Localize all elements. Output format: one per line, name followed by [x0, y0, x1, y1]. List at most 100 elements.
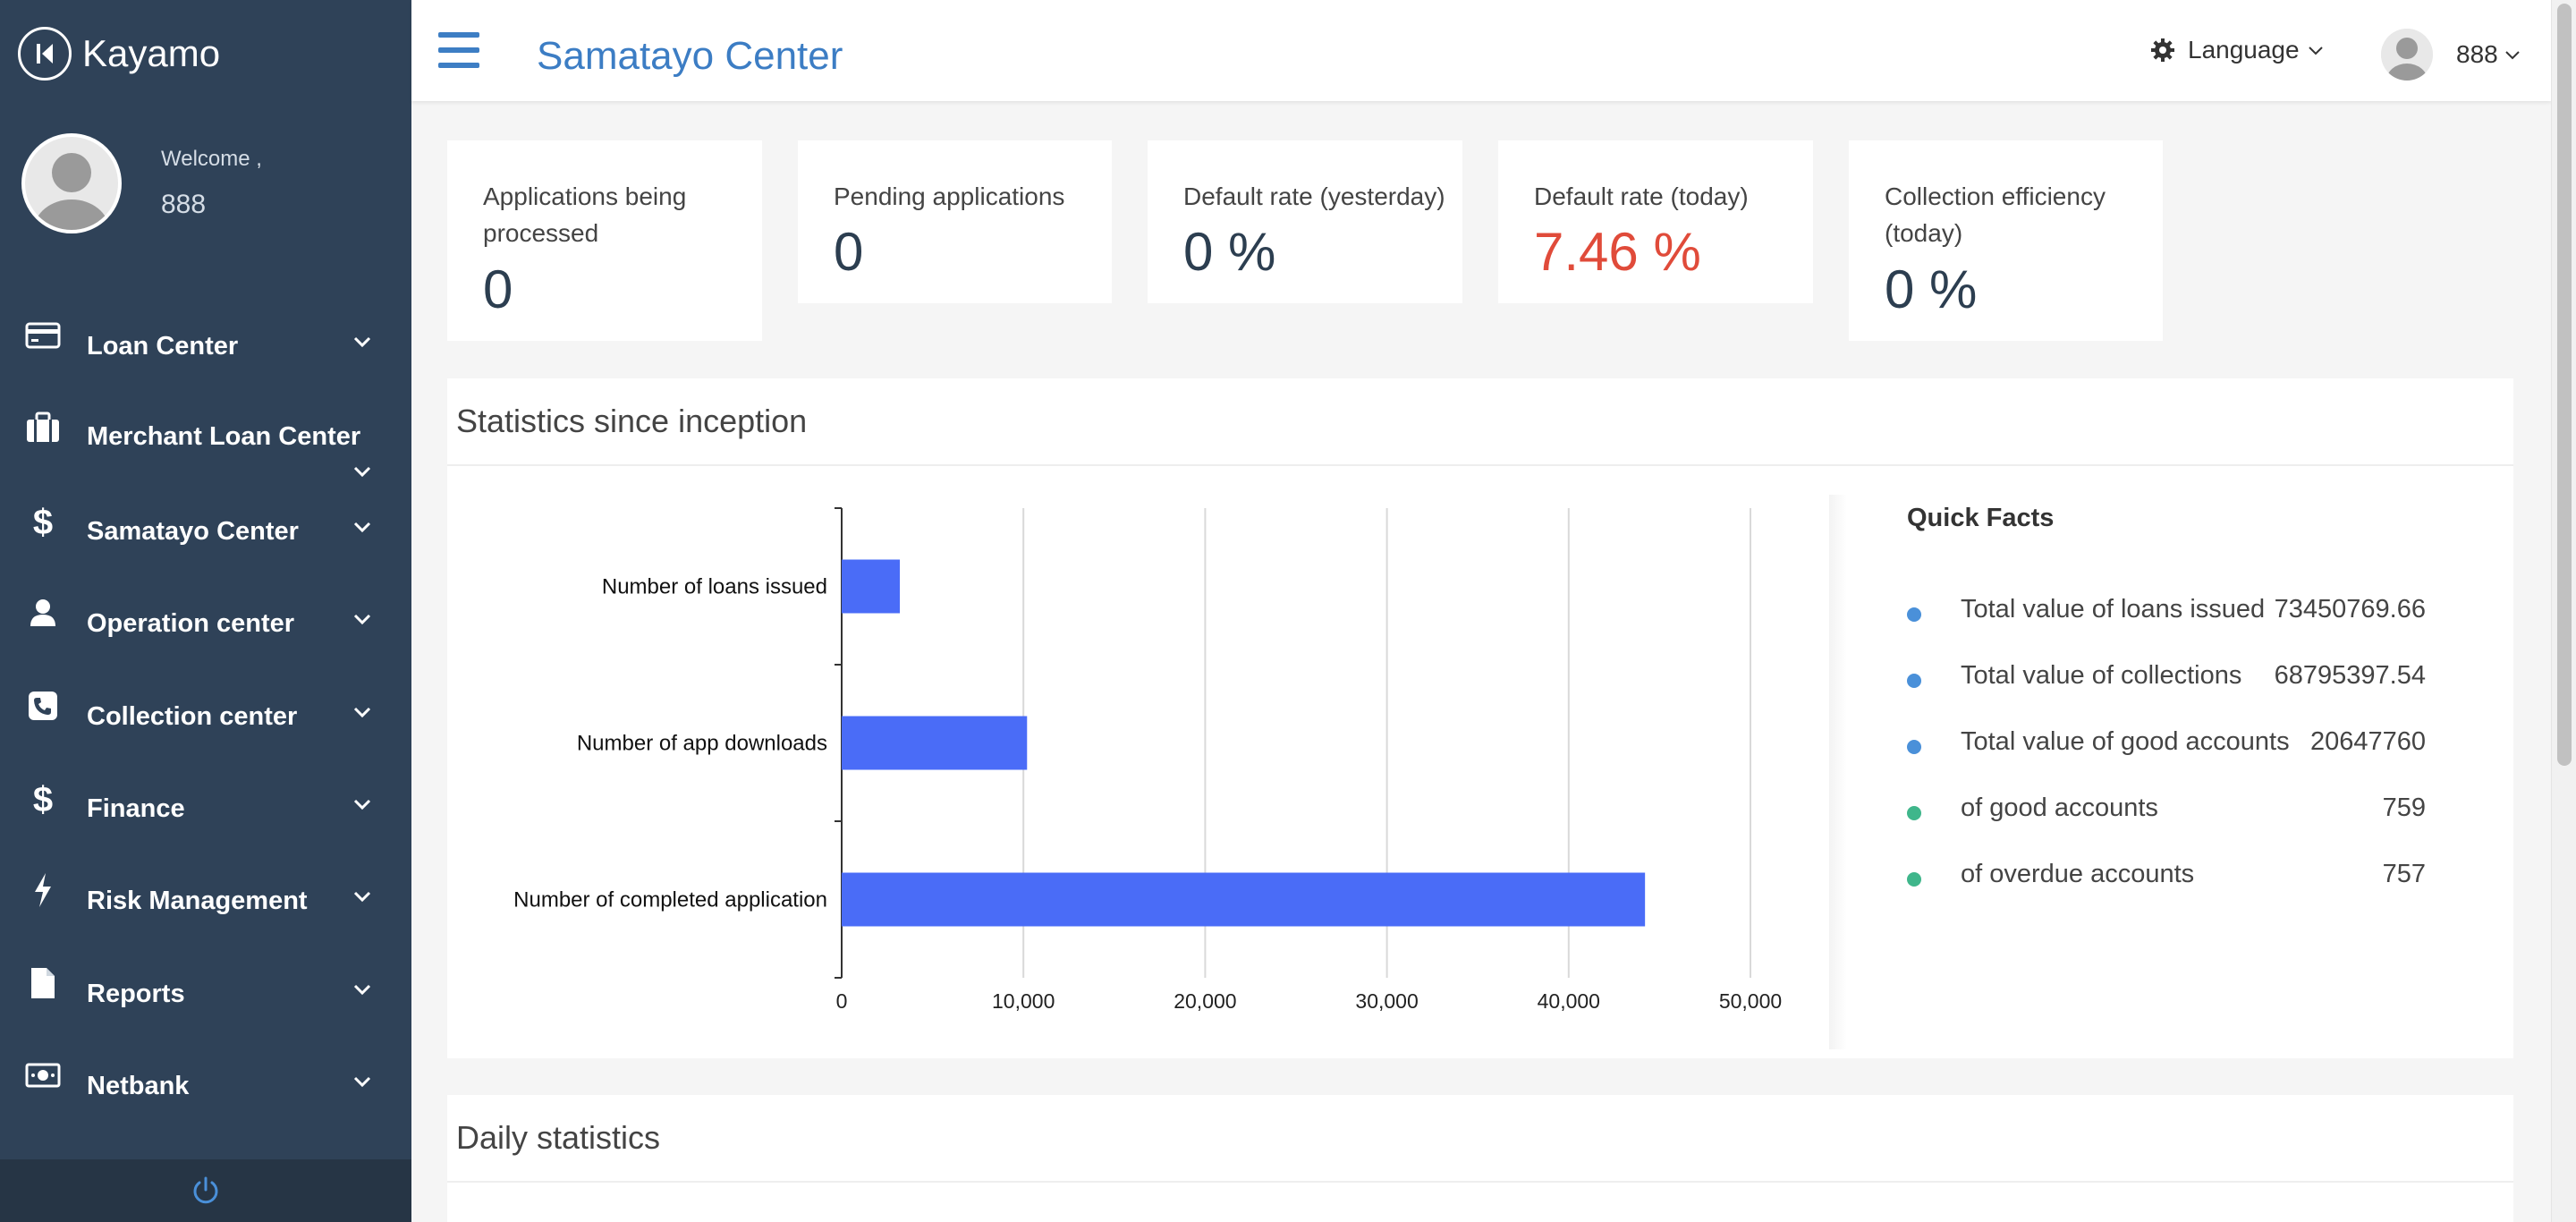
sidebar-item-label: Netbank — [87, 1072, 190, 1101]
fact-label: Total value of loans issued — [1961, 595, 2266, 624]
svg-text:$: $ — [33, 503, 53, 539]
stat-label: Default rate (today) — [1534, 182, 1749, 210]
chevron-down-icon — [353, 707, 371, 717]
stat-card-default-rate-today: Default rate (today) 7.46 % — [1498, 140, 1813, 303]
chevron-down-icon — [353, 522, 371, 532]
user-menu[interactable]: 888 — [2381, 29, 2521, 81]
menu-toggle-icon[interactable] — [438, 32, 479, 68]
bar — [842, 716, 1028, 770]
fact-value: 757 — [2382, 860, 2426, 888]
stat-card-collection-efficiency: Collection efficiency (today) 0 % — [1849, 140, 2163, 341]
sidebar-item-label: Risk Management — [87, 887, 308, 916]
list-item: of overdue accounts 757 — [1907, 860, 2426, 895]
gear-icon — [2151, 38, 2174, 62]
stat-label: Collection efficiency (today) — [1885, 182, 2106, 247]
sidebar-item-netbank[interactable]: Netbank — [0, 1040, 411, 1132]
dollar-icon: $ — [25, 780, 61, 817]
sidebar-item-loan-center[interactable]: Loan Center — [0, 300, 411, 392]
stat-card-applications-processed: Applications being processed 0 — [447, 140, 762, 341]
sidebar-item-samatayo-center[interactable]: $ Samatayo Center — [0, 485, 411, 577]
list-item: Total value of good accounts 20647760 — [1907, 727, 2426, 763]
phone-icon — [25, 688, 61, 724]
sidebar-item-label: Finance — [87, 793, 185, 823]
sidebar-item-label: Loan Center — [87, 332, 239, 361]
dollar-icon: $ — [25, 503, 61, 539]
fact-value: 73450769.66 — [2274, 595, 2426, 624]
sidebar-menu: Loan Center Merchant Loan Center $ Samat… — [0, 300, 411, 1133]
sidebar-item-merchant-loan-center[interactable]: Merchant Loan Center — [0, 392, 411, 484]
panel-title: Statistics since inception — [447, 378, 2513, 466]
stat-value: 0 % — [1183, 222, 1276, 282]
chevron-down-icon — [353, 799, 371, 810]
sidebar-item-label: Collection center — [87, 701, 298, 731]
user-icon — [25, 595, 61, 631]
briefcase-icon — [25, 410, 61, 446]
chevron-down-icon — [353, 467, 371, 478]
panel-title: Daily statistics — [447, 1095, 2513, 1183]
sidebar-item-finance[interactable]: $ Finance — [0, 762, 411, 854]
divider — [1829, 495, 1847, 1049]
category-label: Number of app downloads — [577, 732, 827, 756]
x-tick-label: 20,000 — [1174, 989, 1236, 1013]
category-label: Number of loans issued — [602, 575, 827, 599]
money-icon — [25, 1057, 61, 1093]
sidebar-item-collection-center[interactable]: Collection center — [0, 670, 411, 762]
daily-statistics-panel: Daily statistics — [447, 1095, 2513, 1222]
x-tick-label: 30,000 — [1355, 989, 1418, 1013]
chevron-down-icon — [353, 892, 371, 903]
fact-value: 759 — [2382, 793, 2426, 822]
statistics-panel: Statistics since inception 0 10,000 20,000… — [447, 378, 2513, 1058]
x-tick-label: 50,000 — [1719, 989, 1782, 1013]
avatar — [2381, 29, 2433, 81]
topbar-username: 888 — [2456, 40, 2498, 68]
chevron-down-icon — [353, 1077, 371, 1088]
chevron-down-icon — [353, 615, 371, 625]
scrollbar-thumb[interactable] — [2557, 4, 2572, 766]
page-title: Samatayo Center — [537, 34, 843, 78]
sidebar-item-operation-center[interactable]: Operation center — [0, 577, 411, 669]
bullet-dot-icon — [1907, 740, 1921, 754]
avatar — [21, 133, 122, 233]
stat-label: Applications being processed — [483, 182, 687, 247]
chevron-down-icon — [353, 336, 371, 348]
sidebar-item-label: Reports — [87, 979, 185, 1008]
fact-value: 68795397.54 — [2274, 661, 2426, 690]
stat-card-default-rate-yesterday: Default rate (yesterday) 0 % — [1148, 140, 1462, 303]
stat-value: 7.46 % — [1534, 222, 1701, 282]
x-tick-label: 0 — [836, 989, 848, 1013]
x-tick-label: 40,000 — [1538, 989, 1600, 1013]
credit-card-icon — [25, 318, 61, 353]
chevron-down-icon — [353, 984, 371, 995]
power-icon[interactable] — [190, 1175, 222, 1207]
kayamo-logo-icon — [18, 27, 72, 81]
topbar: Samatayo Center Language 888 — [411, 0, 2551, 101]
quick-facts-title: Quick Facts — [1907, 504, 2055, 532]
sidebar-item-risk-management[interactable]: Risk Management — [0, 854, 411, 946]
sidebar: Kayamo Welcome , 888 Loan Center Merchan… — [0, 0, 411, 1222]
stat-label: Pending applications — [834, 182, 1065, 210]
brand[interactable]: Kayamo — [0, 0, 411, 107]
language-dropdown[interactable]: Language — [2150, 36, 2325, 64]
sidebar-item-reports[interactable]: Reports — [0, 947, 411, 1040]
language-label: Language — [2188, 36, 2300, 64]
brand-name: Kayamo — [82, 32, 221, 74]
bullet-dot-icon — [1907, 872, 1921, 887]
stat-card-pending-applications: Pending applications 0 — [798, 140, 1112, 303]
svg-text:$: $ — [33, 780, 53, 817]
sidebar-item-label: Samatayo Center — [87, 516, 299, 546]
profile-username: 888 — [161, 190, 207, 219]
bar — [842, 872, 1646, 927]
bullet-dot-icon — [1907, 607, 1921, 622]
fact-label: of overdue accounts — [1961, 860, 2195, 888]
chevron-down-icon — [2308, 47, 2323, 55]
category-label: Number of completed application — [513, 888, 827, 912]
stat-label: Default rate (yesterday) — [1183, 182, 1445, 210]
x-tick-label: 10,000 — [992, 989, 1055, 1013]
fact-value: 20647760 — [2309, 727, 2426, 756]
stat-value: 0 — [483, 259, 513, 319]
fact-label: Total value of collections — [1961, 661, 2242, 690]
bar-chart: 0 10,000 20,000 30,000 40,000 50,000 Number of… — [513, 507, 1782, 1013]
bullet-dot-icon — [1907, 674, 1921, 688]
list-item: Total value of collections 68795397.54 — [1907, 661, 2426, 697]
scrollbar[interactable] — [2551, 0, 2576, 1222]
